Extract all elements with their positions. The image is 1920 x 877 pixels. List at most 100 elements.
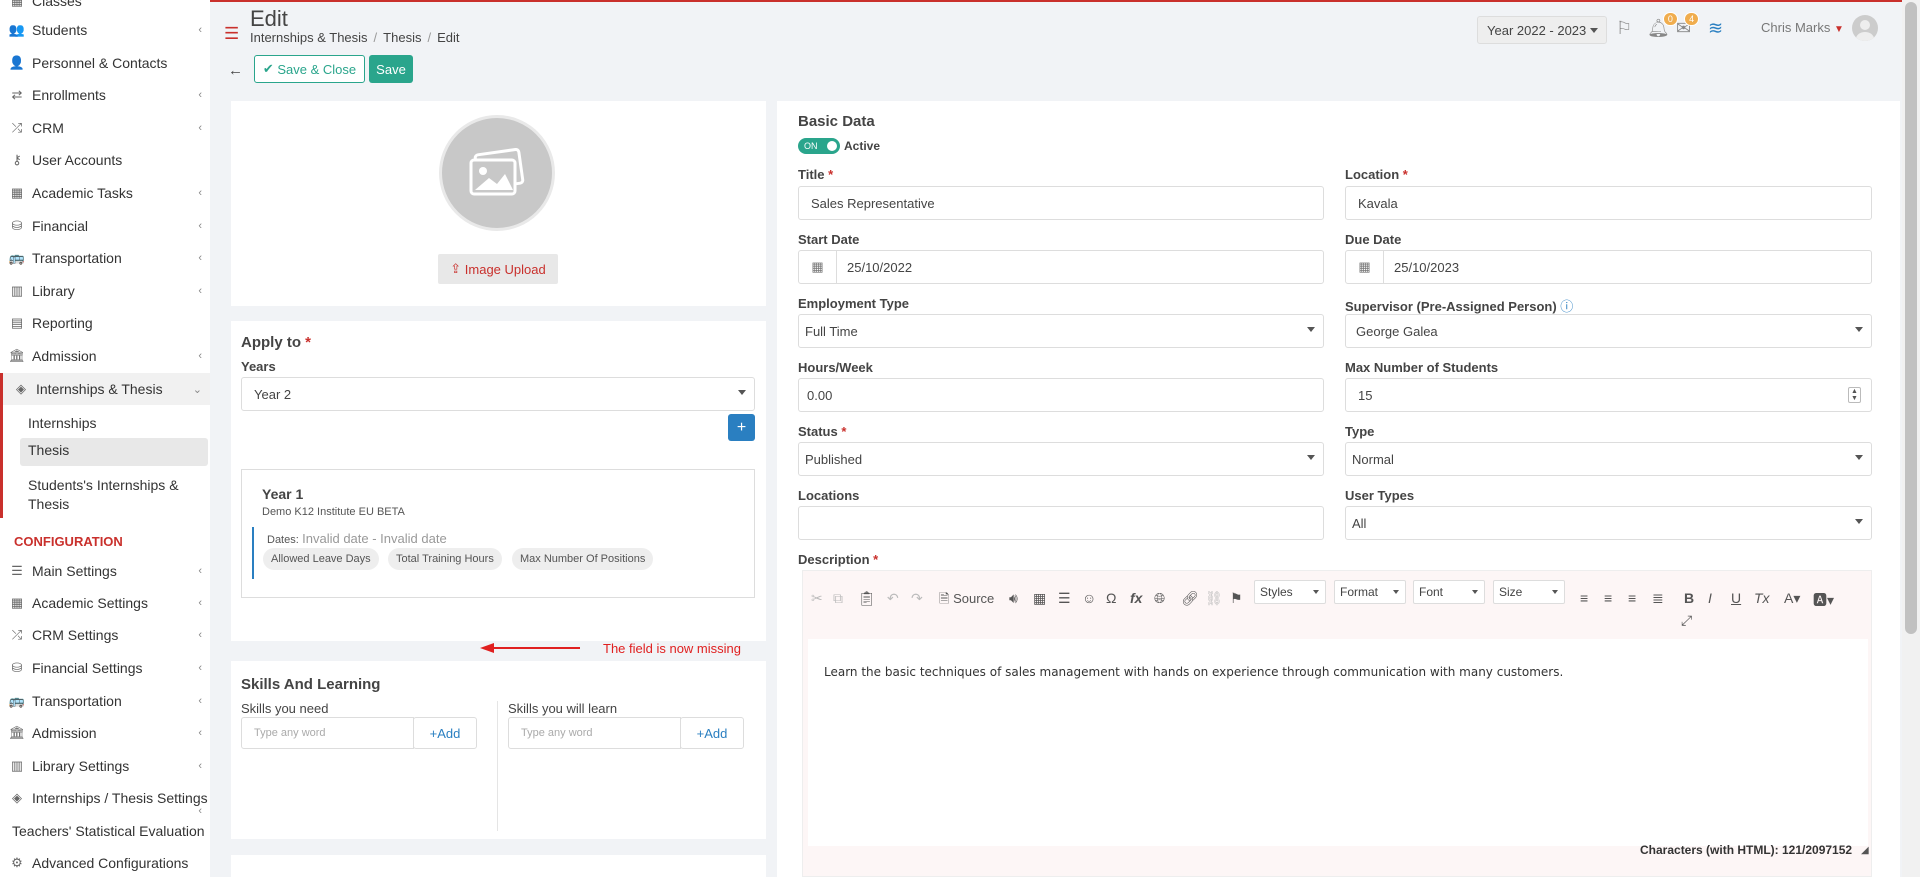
skills-need-input[interactable]: Type any word (241, 717, 414, 749)
align-center-icon[interactable]: ≡ (1604, 590, 1612, 606)
audio-icon[interactable]: 🔊︎ (1009, 590, 1018, 607)
size-dropdown[interactable]: Size (1493, 580, 1565, 604)
align-right-icon[interactable]: ≡ (1628, 590, 1636, 606)
styles-dropdown[interactable]: Styles (1254, 580, 1326, 604)
plus-icon: + (429, 725, 438, 741)
sidebar-item-enrollments[interactable]: ⇄ Enrollments ‹ (0, 80, 210, 110)
sidebar-item-main-settings[interactable]: ☰ Main Settings ‹ (0, 556, 210, 586)
breadcrumb-internships-thesis[interactable]: Internships & Thesis (250, 30, 368, 45)
user-types-select[interactable]: All (1345, 506, 1872, 540)
due-date-input[interactable]: ▦ 25/10/2023 (1345, 250, 1872, 284)
calendar-icon[interactable]: ▦ (1346, 251, 1384, 283)
sidebar-item-reporting[interactable]: ▤ Reporting (0, 308, 210, 338)
sidebar-item-crm-settings[interactable]: ⤮ CRM Settings ‹ (0, 620, 210, 650)
resize-handle-icon[interactable]: ◢ (1861, 845, 1869, 856)
sidebar-item-library[interactable]: ▥ Library ‹ (0, 276, 210, 306)
justify-icon[interactable]: ≣ (1652, 590, 1664, 607)
sidebar-subitem-thesis[interactable]: Thesis (20, 438, 208, 466)
scrollbar-thumb[interactable] (1905, 2, 1917, 634)
align-left-icon[interactable]: ≡ (1580, 590, 1588, 606)
maximize-icon[interactable]: ⤢ (1681, 612, 1692, 629)
layers-icon[interactable]: ≋ (1708, 18, 1723, 39)
add-year-button[interactable]: + (728, 414, 755, 441)
text-color-icon[interactable]: A▾ (1784, 590, 1800, 607)
undo-icon[interactable]: ↶ (887, 590, 899, 607)
sidebar-item-transportation[interactable]: 🚌 Transportation ‹ (0, 243, 210, 273)
clear-format-icon[interactable]: Tx (1754, 590, 1770, 606)
background-color-icon[interactable]: 🅰︎▾ (1813, 590, 1834, 610)
font-dropdown[interactable]: Font (1413, 580, 1485, 604)
sidebar-item-internships-thesis[interactable]: ◈ Internships & Thesis ⌄ (0, 373, 210, 405)
sidebar-item-crm[interactable]: ⤮ CRM ‹ (0, 113, 210, 143)
avatar[interactable] (1852, 15, 1878, 41)
redo-icon[interactable]: ↷ (911, 590, 923, 607)
anchor-flag-icon[interactable]: ⚑ (1230, 590, 1243, 607)
formula-icon[interactable]: fx (1130, 590, 1142, 606)
sidebar-item-financial-settings[interactable]: ⛁ Financial Settings ‹ (0, 653, 210, 683)
paste-icon[interactable]: 📋︎ (858, 590, 876, 607)
breadcrumb-thesis[interactable]: Thesis (383, 30, 421, 45)
smiley-icon[interactable]: ☺ (1082, 590, 1096, 606)
user-name[interactable]: Chris Marks ▼ (1761, 20, 1844, 35)
sidebar-item-teachers-evaluation[interactable]: Teachers' Statistical Evaluation (0, 816, 210, 846)
menu-toggle-icon[interactable]: ☰ (224, 24, 239, 44)
editor-content-area[interactable]: Learn the basic techniques of sales mana… (808, 639, 1868, 846)
sidebar-item-classes[interactable]: ▦ Classes (0, 0, 210, 16)
locations-input[interactable] (798, 506, 1324, 540)
start-date-input[interactable]: ▦ 25/10/2022 (798, 250, 1324, 284)
sidebar-item-user-accounts[interactable]: ⚷ User Accounts (0, 145, 210, 175)
sidebar-item-financial[interactable]: ⛁ Financial ‹ (0, 211, 210, 241)
sidebar-item-internships-settings[interactable]: ◈ Internships / Thesis Settings ‹ (0, 783, 210, 817)
sidebar-item-academic-settings[interactable]: ▦ Academic Settings ‹ (0, 588, 210, 618)
omega-icon[interactable]: Ω (1106, 590, 1116, 606)
add-skill-learn-button[interactable]: + Add (680, 717, 744, 749)
sidebar-item-students[interactable]: 👥 Students ‹ (0, 15, 210, 45)
italic-icon[interactable]: I (1708, 590, 1712, 606)
format-dropdown[interactable]: Format (1334, 580, 1406, 604)
info-icon[interactable]: ⓘ (1560, 299, 1573, 314)
globe-icon[interactable]: 🌐︎ (1154, 590, 1165, 607)
sidebar-subitem-students-internships[interactable]: Students's Internships & Thesis (20, 472, 208, 518)
hours-week-input[interactable]: 0.00 (798, 378, 1324, 412)
underline-icon[interactable]: U (1731, 590, 1741, 606)
year-selector[interactable]: Year 2022 - 2023 (1477, 16, 1607, 44)
back-arrow-icon[interactable]: ← (228, 62, 243, 79)
sidebar-item-transportation-settings[interactable]: 🚌 Transportation ‹ (0, 686, 210, 716)
active-toggle[interactable]: ON (798, 138, 840, 154)
coins-icon: ⛁ (11, 218, 23, 233)
location-input[interactable]: Kavala (1345, 186, 1872, 220)
copy-icon[interactable]: ⧉ (833, 590, 843, 607)
sidebar-item-academic-tasks[interactable]: ▦ Academic Tasks ‹ (0, 178, 210, 208)
sidebar-item-advanced-configurations[interactable]: ⚙ Advanced Configurations (0, 848, 210, 877)
image-upload-button[interactable]: ⇪ Image Upload (438, 254, 558, 284)
source-button[interactable]: 🗎︎ Source (939, 590, 994, 612)
years-select[interactable]: Year 2 (241, 377, 755, 411)
save-close-button[interactable]: ✔ Save & Close (254, 55, 365, 83)
skills-learn-input[interactable]: Type any word (508, 717, 681, 749)
calendar-icon[interactable]: ▦ (799, 251, 837, 283)
bell-icon[interactable]: 🔔︎ 0 (1647, 12, 1678, 39)
add-skill-need-button[interactable]: + Add (413, 717, 477, 749)
sidebar-item-admission[interactable]: 🏛 Admission ‹ (0, 341, 210, 371)
sidebar-subitem-internships[interactable]: Internships (20, 411, 208, 435)
status-select[interactable]: Published (798, 442, 1324, 476)
max-students-input[interactable]: 15 ▲ ▼ (1345, 378, 1872, 412)
bold-icon[interactable]: B (1684, 590, 1694, 606)
number-stepper-icon[interactable]: ▲ ▼ (1848, 387, 1861, 403)
cut-icon[interactable]: ✂ (811, 590, 823, 607)
unlink-icon[interactable]: ⛓ (1205, 590, 1223, 607)
table-icon[interactable]: ▦ (1033, 590, 1046, 607)
title-input[interactable]: Sales Representative (798, 186, 1324, 220)
horizontal-line-icon[interactable]: ☰ (1058, 590, 1071, 607)
sidebar-item-library-settings[interactable]: ▥ Library Settings ‹ (0, 751, 210, 781)
save-button[interactable]: Save (369, 55, 413, 83)
link-icon[interactable]: 🔗︎ (1181, 590, 1199, 607)
page-scrollbar[interactable] (1902, 0, 1920, 877)
type-select[interactable]: Normal (1345, 442, 1872, 476)
employment-type-select[interactable]: Full Time (798, 314, 1324, 348)
envelope-icon[interactable]: ✉ 4 (1676, 12, 1700, 39)
supervisor-select[interactable]: George Galea (1345, 314, 1872, 348)
sidebar-item-personnel[interactable]: 👤 Personnel & Contacts (0, 48, 210, 78)
sidebar-item-admission-settings[interactable]: 🏛 Admission ‹ (0, 718, 210, 748)
flag-icon[interactable]: ⚐ (1616, 18, 1632, 39)
